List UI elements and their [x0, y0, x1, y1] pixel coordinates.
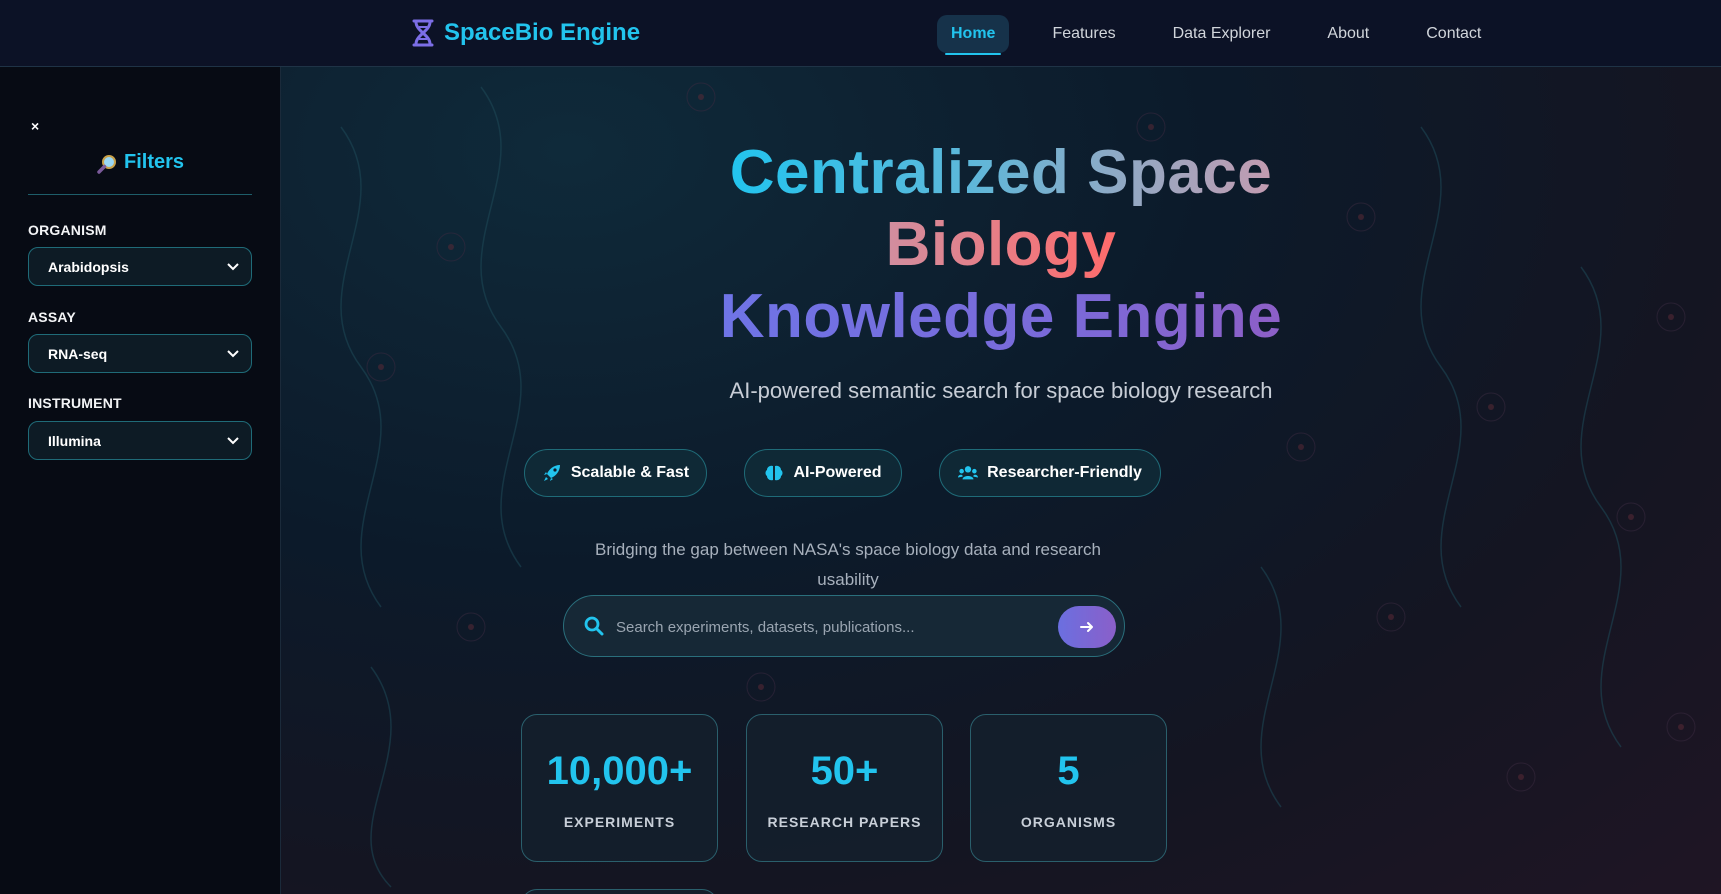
stat-value: 10,000+ — [546, 749, 693, 793]
search-submit-button[interactable] — [1058, 606, 1116, 648]
search-input[interactable] — [616, 615, 1046, 639]
filters-sidebar: × Filters ORGANISM Arabidopsis ASSAY RNA… — [0, 67, 281, 894]
brand-name: SpaceBio Engine — [444, 19, 641, 46]
users-icon — [958, 463, 979, 483]
pill-researcher-friendly: Researcher-Friendly — [939, 449, 1161, 497]
nav-links: Home Features Data Explorer About Contac… — [937, 14, 1524, 55]
hero-title-text-3: Knowledge Engine — [719, 282, 1283, 351]
pill-label: AI-Powered — [793, 464, 882, 481]
stat-card-organisms: 5 ORGANISMS — [970, 714, 1167, 862]
stat-card-experiments: 10,000+ EXPERIMENTS — [521, 714, 718, 862]
assay-label: ASSAY — [28, 309, 76, 325]
instrument-label: INSTRUMENT — [28, 395, 122, 411]
organism-label: ORGANISM — [28, 222, 107, 238]
nav-features[interactable]: Features — [1038, 15, 1129, 53]
hero-title-line-2: Biology — [281, 209, 1721, 281]
dna-icon — [410, 19, 436, 47]
hero-title-line-3: Knowledge Engine — [281, 281, 1721, 353]
stat-label: EXPERIMENTS — [563, 814, 676, 830]
stat-label: RESEARCH PAPERS — [767, 814, 922, 830]
chevron-down-icon — [227, 262, 239, 271]
hero-tagline: Bridging the gap between NASA's space bi… — [594, 540, 1101, 589]
assay-select[interactable]: RNA-seq — [28, 334, 252, 373]
instrument-select[interactable]: Illumina — [28, 421, 252, 460]
hero-subtitle: AI-powered semantic search for space bio… — [729, 378, 1273, 403]
nav-data-explorer[interactable]: Data Explorer — [1159, 15, 1285, 53]
organism-select-value: Arabidopsis — [48, 258, 129, 275]
filters-header: Filters — [28, 151, 252, 195]
stat-value: 50+ — [810, 749, 879, 793]
assay-select-value: RNA-seq — [48, 345, 108, 362]
hero-title-text-2: Biology — [885, 210, 1117, 279]
brand-link[interactable]: SpaceBio Engine — [410, 17, 640, 49]
stat-label: ORGANISMS — [1020, 814, 1117, 830]
search-bar — [563, 595, 1125, 657]
close-sidebar-button[interactable]: × — [31, 118, 39, 134]
hero-title-line-1: Centralized Space — [281, 137, 1721, 209]
brain-icon — [764, 463, 784, 483]
organism-select[interactable]: Arabidopsis — [28, 247, 252, 286]
rocket-icon — [542, 463, 562, 483]
pill-scalable-fast: Scalable & Fast — [524, 449, 707, 497]
magnifying-glass-icon — [96, 153, 118, 175]
feature-pills: Scalable & Fast AI-Powered Researcher-Fr… — [281, 449, 1721, 497]
pill-label: Scalable & Fast — [570, 464, 690, 481]
stat-card-research-papers: 50+ RESEARCH PAPERS — [746, 714, 943, 862]
arrow-right-icon — [1080, 621, 1094, 633]
pill-label: Researcher-Friendly — [987, 464, 1142, 481]
nav-about[interactable]: About — [1313, 15, 1383, 53]
search-icon — [584, 616, 604, 636]
hero-section: Centralized Space Biology Knowledge Engi… — [281, 67, 1721, 894]
chevron-down-icon — [227, 349, 239, 358]
instrument-select-value: Illumina — [48, 432, 101, 449]
top-navbar: SpaceBio Engine Home Features Data Explo… — [0, 0, 1721, 67]
nav-home[interactable]: Home — [937, 15, 1010, 55]
stat-value: 5 — [1057, 749, 1080, 793]
chevron-down-icon — [227, 436, 239, 445]
filters-title: Filters — [123, 151, 185, 173]
nav-contact[interactable]: Contact — [1412, 15, 1495, 53]
pill-ai-powered: AI-Powered — [744, 449, 902, 497]
hero-title-text-1: Centralized Space — [729, 138, 1273, 207]
stat-card-partial — [521, 889, 718, 894]
